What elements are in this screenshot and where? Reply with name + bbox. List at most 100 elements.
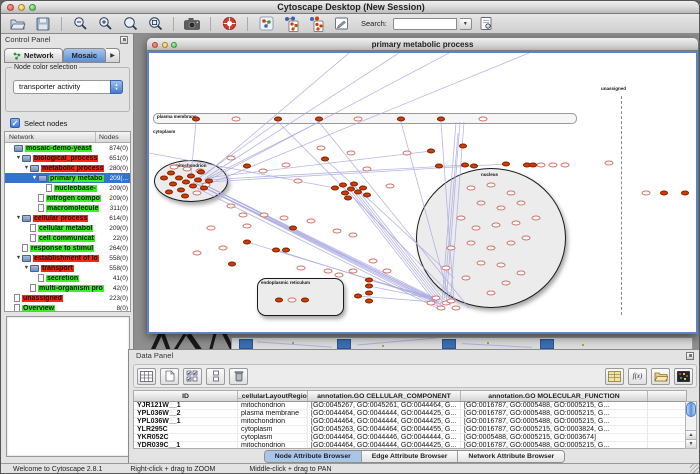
- function-builder-button[interactable]: f(x): [628, 368, 647, 385]
- network-node-label[interactable]: [517, 271, 526, 276]
- network-node-label[interactable]: [479, 117, 488, 122]
- table-cell[interactable]: mitochondrion: [238, 418, 308, 425]
- table-vertical-scrollbar[interactable]: ▲ ▼: [685, 401, 697, 449]
- network-node[interactable]: [461, 163, 469, 168]
- disclosure-triangle-icon[interactable]: ▼: [15, 155, 22, 161]
- attribute-grid-button[interactable]: [137, 368, 156, 385]
- zoom-out-button[interactable]: [69, 15, 91, 33]
- network-node-label[interactable]: [193, 251, 202, 256]
- network-node[interactable]: [459, 144, 467, 149]
- zoom-view-button[interactable]: [171, 42, 177, 48]
- network-node[interactable]: [331, 186, 339, 191]
- network-node-label[interactable]: [561, 163, 570, 168]
- table-cell[interactable]: YLR295C: [134, 426, 238, 433]
- network-node-label[interactable]: [227, 156, 236, 161]
- network-node[interactable]: [435, 164, 443, 169]
- tree-row[interactable]: Overview8(0): [5, 303, 130, 312]
- network-node-label[interactable]: [386, 184, 395, 189]
- tree-header-network[interactable]: Network: [5, 132, 96, 142]
- tab-mosaic[interactable]: Mosaic: [63, 48, 106, 63]
- network-node-label[interactable]: [492, 223, 501, 228]
- network-node-label[interactable]: [403, 151, 412, 156]
- save-session-button[interactable]: [32, 15, 54, 33]
- tree-row[interactable]: unassigned223(0): [5, 293, 130, 303]
- network-node[interactable]: [365, 299, 373, 304]
- snapshot-camera-button[interactable]: [181, 15, 203, 33]
- table-cell[interactable]: YPL036W__1: [134, 418, 238, 425]
- network-node-label[interactable]: [457, 216, 466, 221]
- tree-row[interactable]: secretion41(0): [5, 273, 130, 283]
- network-node-label[interactable]: [427, 301, 436, 306]
- network-canvas[interactable]: plasma membranecytoplasmmitochondrionnuc…: [147, 51, 698, 334]
- network-node-label[interactable]: [487, 291, 496, 296]
- network-node-label[interactable]: [282, 163, 291, 168]
- network-node-label[interactable]: [605, 161, 614, 166]
- network-node-label[interactable]: [317, 146, 326, 151]
- table-cell[interactable]: YPL036W__2: [134, 410, 238, 417]
- network-node-label[interactable]: [532, 216, 541, 221]
- network-node-label[interactable]: [369, 259, 378, 264]
- network-node-label[interactable]: [477, 201, 486, 206]
- network-node[interactable]: [274, 117, 282, 122]
- tree-row[interactable]: macromolecule311(0): [5, 203, 130, 213]
- table-cell[interactable]: [GO:0045263, GO:0044464, GO:0044455, G..…: [308, 426, 461, 433]
- network-node-label[interactable]: [487, 183, 496, 188]
- network-node-label[interactable]: [487, 246, 496, 251]
- network-node-label[interactable]: [307, 219, 316, 224]
- network-node-label[interactable]: [239, 213, 248, 218]
- network-node-label[interactable]: [219, 246, 228, 251]
- column-header-go-cellular-component[interactable]: annotation.GO CELLULAR_COMPONENT: [308, 391, 461, 401]
- table-cell[interactable]: YDR039C__1: [134, 442, 238, 449]
- zoom-in-button[interactable]: [94, 15, 116, 33]
- new-network-from-selected-nodes-edges-button[interactable]: [280, 15, 302, 33]
- network-node-label[interactable]: [243, 224, 252, 229]
- help-desk-button[interactable]: [218, 15, 240, 33]
- network-node[interactable]: [289, 226, 297, 231]
- network-node[interactable]: [282, 248, 290, 253]
- network-node[interactable]: [660, 191, 668, 196]
- unselect-attributes-button[interactable]: [206, 368, 225, 385]
- network-node[interactable]: [529, 163, 537, 168]
- network-node-label[interactable]: [517, 201, 526, 206]
- table-cell[interactable]: [GO:0044464, GO:0044444, GO:0044425, G..…: [308, 410, 461, 417]
- network-node[interactable]: [192, 117, 200, 122]
- network-view-titlebar[interactable]: primary metabolic process: [147, 38, 698, 51]
- network-node[interactable]: [363, 193, 371, 198]
- network-node-label[interactable]: [354, 117, 363, 122]
- network-node-label[interactable]: [642, 191, 651, 196]
- tree-row[interactable]: response to stimul264(0): [5, 243, 130, 253]
- network-node-label[interactable]: [207, 226, 216, 231]
- network-node[interactable]: [194, 178, 202, 183]
- network-node-label[interactable]: [497, 263, 506, 268]
- network-node[interactable]: [359, 186, 367, 191]
- scroll-down-button[interactable]: ▼: [686, 439, 696, 448]
- tree-row[interactable]: ▼cellular process614(0): [5, 213, 130, 223]
- network-node[interactable]: [197, 170, 205, 175]
- network-node-label[interactable]: [347, 151, 356, 156]
- table-cell[interactable]: YKR052C: [134, 434, 238, 441]
- import-attributes-button[interactable]: [651, 368, 670, 385]
- tab-network-attribute-browser[interactable]: Network Attribute Browser: [458, 451, 564, 462]
- search-dropdown-button[interactable]: ▼: [460, 18, 472, 30]
- network-node[interactable]: [470, 164, 478, 169]
- network-node-label[interactable]: [335, 273, 344, 278]
- tree-row[interactable]: ▼metabolic process280(0): [5, 163, 130, 173]
- network-node[interactable]: [167, 171, 175, 176]
- network-node[interactable]: [437, 117, 445, 122]
- heatmap-button[interactable]: [674, 368, 693, 385]
- attribute-table-button[interactable]: [605, 368, 624, 385]
- network-node-label[interactable]: [349, 233, 358, 238]
- network-node[interactable]: [427, 149, 435, 154]
- network-node-label[interactable]: [549, 163, 558, 168]
- table-cell[interactable]: [GO:0045267, GO:0045261, GO:0044464, G..…: [308, 402, 461, 409]
- minimize-window-button[interactable]: [18, 4, 25, 11]
- network-node[interactable]: [321, 157, 329, 162]
- network-node-label[interactable]: [467, 186, 476, 191]
- search-input[interactable]: [393, 18, 457, 30]
- network-node-label[interactable]: [512, 221, 521, 226]
- network-node-label[interactable]: [227, 204, 236, 209]
- tab-node-attribute-browser[interactable]: Node Attribute Browser: [265, 451, 362, 462]
- window-titlebar[interactable]: Cytoscape Desktop (New Session): [1, 1, 700, 14]
- network-node[interactable]: [301, 298, 309, 303]
- table-cell[interactable]: cytoplasm: [238, 426, 308, 433]
